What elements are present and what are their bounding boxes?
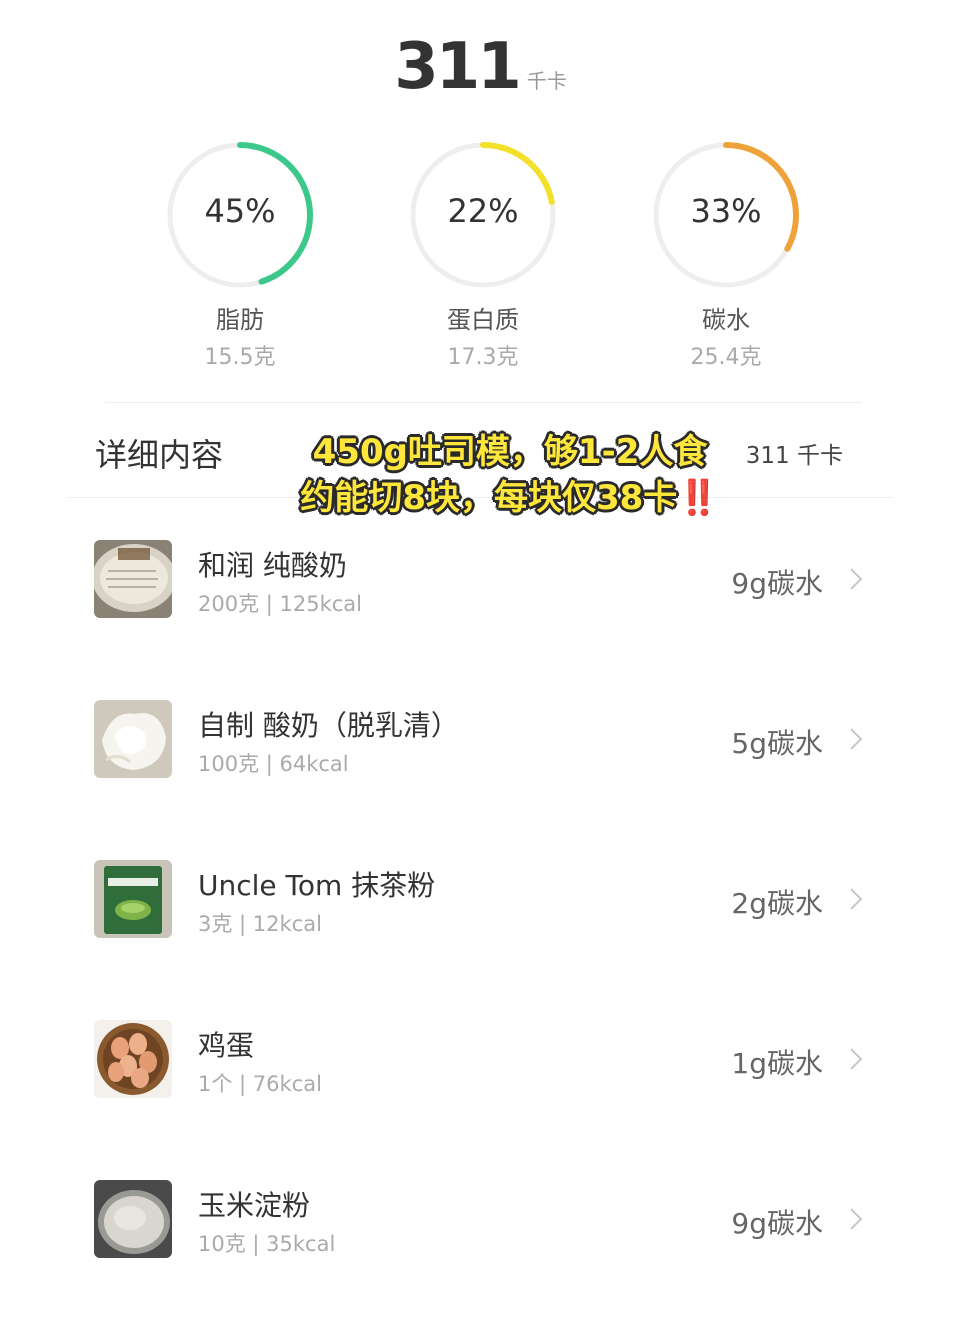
food-item-carb: 9g碳水: [731, 1207, 823, 1240]
double-exclamation-icon: ‼️: [677, 478, 720, 518]
fat-amount: 15.5克: [204, 345, 276, 370]
chevron-right-icon: [850, 1048, 863, 1070]
food-item-yogurt[interactable]: 和润 纯酸奶 200克 | 125kcal 9g碳水: [0, 540, 961, 680]
food-item-sub: 1个 | 76kcal: [198, 1072, 322, 1096]
overlay-caption-line2: 约能切8块，每块仅38卡‼️: [240, 470, 780, 519]
protein-amount: 17.3克: [447, 345, 519, 370]
chevron-right-icon: [850, 888, 863, 910]
macro-fat: 45% 脂肪 15.5克: [165, 140, 315, 371]
food-item-sub: 100克 | 64kcal: [198, 752, 349, 776]
total-calories-unit: 千卡: [526, 69, 567, 93]
food-item-name: 自制 酸奶（脱乳清）: [198, 709, 459, 742]
matcha-powder-icon: [94, 860, 172, 938]
strained-yogurt-icon: [94, 700, 172, 778]
carb-percent: 33%: [690, 192, 762, 230]
carb-label: 碳水: [702, 306, 750, 334]
eggs-basket-icon: [94, 1020, 172, 1098]
protein-percent: 22%: [447, 192, 519, 230]
chevron-right-icon: [850, 728, 863, 750]
food-item-carb: 9g碳水: [731, 567, 823, 600]
food-item-carb: 5g碳水: [731, 727, 823, 760]
macro-protein: 22% 蛋白质 17.3克: [408, 140, 558, 371]
fat-label: 脂肪: [216, 306, 264, 334]
top-divider: [105, 402, 862, 403]
food-item-matcha[interactable]: Uncle Tom 抹茶粉 3克 | 12kcal 2g碳水: [0, 860, 961, 1000]
food-item-sub: 200克 | 125kcal: [198, 592, 363, 616]
fat-percent: 45%: [204, 192, 276, 230]
total-calories-value: 311: [394, 30, 522, 104]
food-item-carb: 1g碳水: [731, 1047, 823, 1080]
total-calories: 311 千卡: [0, 30, 961, 104]
yogurt-cup-icon: [94, 540, 172, 618]
food-item-egg[interactable]: 鸡蛋 1个 | 76kcal 1g碳水: [0, 1020, 961, 1160]
macro-carb: 33% 碳水 25.4克: [651, 140, 801, 371]
corn-starch-icon: [94, 1180, 172, 1258]
food-item-sub: 3克 | 12kcal: [198, 912, 322, 936]
overlay-caption-line1: 450g吐司模，够1-2人食: [312, 432, 708, 472]
food-item-name: 和润 纯酸奶: [198, 549, 347, 582]
overlay-caption-line2-text: 约能切8块，每块仅38卡: [300, 478, 678, 518]
food-item-carb: 2g碳水: [731, 887, 823, 920]
protein-label: 蛋白质: [447, 306, 519, 334]
chevron-right-icon: [850, 1208, 863, 1230]
food-item-corn-starch[interactable]: 玉米淀粉 10克 | 35kcal 9g碳水: [0, 1180, 961, 1320]
food-item-name: 鸡蛋: [198, 1029, 255, 1062]
details-title: 详细内容: [95, 436, 224, 474]
food-item-sub: 10克 | 35kcal: [198, 1232, 336, 1256]
food-item-homemade-yogurt[interactable]: 自制 酸奶（脱乳清） 100克 | 64kcal 5g碳水: [0, 700, 961, 840]
food-item-name: Uncle Tom 抹茶粉: [198, 869, 436, 902]
chevron-right-icon: [850, 568, 863, 590]
carb-amount: 25.4克: [690, 345, 762, 370]
food-item-name: 玉米淀粉: [198, 1189, 311, 1222]
